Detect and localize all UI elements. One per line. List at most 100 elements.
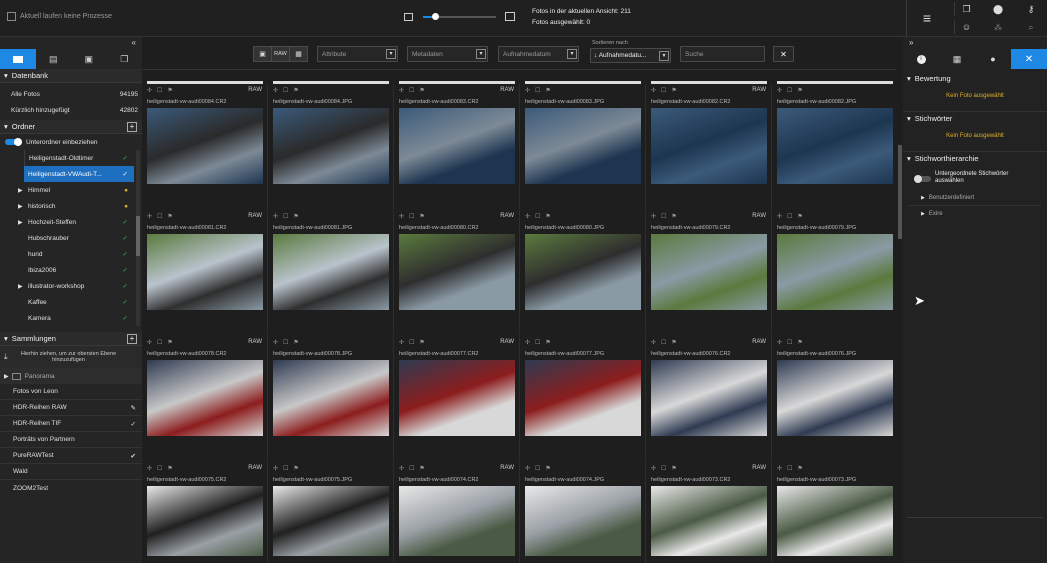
folder-item[interactable]: ▶ Himmel ● — [18, 182, 142, 198]
photo-type-icon[interactable]: ▣ — [254, 47, 271, 61]
photo-thumbnail[interactable] — [399, 234, 515, 310]
all-photos-row[interactable]: Alle Fotos 94195 — [0, 86, 142, 102]
flag-icon[interactable]: ⚑ — [419, 87, 424, 94]
photo-thumbnail[interactable] — [273, 486, 389, 556]
pin-icon[interactable]: ✢ — [651, 465, 656, 472]
square-check-icon[interactable]: ☐ — [409, 465, 414, 472]
collapse-left-icon[interactable]: « — [132, 38, 136, 47]
pin-icon[interactable]: ✢ — [273, 339, 278, 346]
photo-tile[interactable]: ✢ ☐ ⚑ RAW heiligenstadt-vw-audi00075.CR2 — [143, 462, 268, 563]
pin-icon[interactable]: ✢ — [147, 465, 152, 472]
folder-item[interactable]: Kaffee ✓ — [24, 294, 142, 310]
flag-icon[interactable]: ⚑ — [797, 87, 802, 94]
tab-info[interactable]: i — [903, 49, 939, 69]
photo-thumbnail[interactable] — [525, 108, 641, 184]
photo-tile[interactable]: ✢ ☐ ⚑ RAW heiligenstadt-vw-audi00082.CR2 — [647, 84, 772, 209]
square-check-icon[interactable]: ☐ — [157, 339, 162, 346]
photo-thumbnail[interactable] — [273, 360, 389, 436]
photo-tile[interactable]: ✢ ☐ ⚑ RAW heiligenstadt-vw-audi00073.CR2 — [647, 462, 772, 563]
square-check-icon[interactable]: ☐ — [787, 87, 792, 94]
pin-icon[interactable]: ✢ — [399, 465, 404, 472]
square-check-icon[interactable]: ☐ — [661, 87, 666, 94]
photo-tile[interactable]: ✢ ☐ ⚑ heiligenstadt-vw-audi00081.JPG — [269, 210, 394, 335]
expand-icon[interactable]: ▶ — [18, 203, 23, 210]
collection-item[interactable]: HDR-Reihen TIF ✓ — [0, 416, 142, 432]
photo-tile[interactable]: ✢ ☐ ⚑ heiligenstadt-vw-audi00082.JPG — [773, 84, 896, 209]
photo-tile[interactable]: ✢ ☐ ⚑ heiligenstadt-vw-audi00076.JPG — [773, 336, 896, 461]
flag-icon[interactable]: ⚑ — [671, 213, 676, 220]
photo-thumbnail[interactable] — [273, 234, 389, 310]
flag-icon[interactable]: ⚑ — [545, 213, 550, 220]
collection-item[interactable]: Porträts von Partnern — [0, 432, 142, 448]
square-check-icon[interactable]: ☐ — [535, 465, 540, 472]
photo-tile[interactable]: ✢ ☐ ⚑ heiligenstadt-vw-audi00080.JPG — [521, 210, 646, 335]
pin-icon[interactable]: ✢ — [651, 339, 656, 346]
photo-tile[interactable]: ✢ ☐ ⚑ RAW heiligenstadt-vw-audi00081.CR2 — [143, 210, 268, 335]
photo-thumbnail[interactable] — [777, 486, 893, 556]
photo-thumbnail[interactable] — [777, 360, 893, 436]
photo-tile[interactable]: ✢ ☐ ⚑ heiligenstadt-vw-audi00074.JPG — [521, 462, 646, 563]
photo-tile[interactable]: ✢ ☐ ⚑ heiligenstadt-vw-audi00075.JPG — [269, 462, 394, 563]
pin-icon[interactable]: ✢ — [399, 87, 404, 94]
expand-icon[interactable]: ▶ — [18, 219, 23, 226]
zoom-slider[interactable] — [423, 13, 496, 20]
tab-collections[interactable]: ❐ — [107, 49, 143, 69]
flag-icon[interactable]: ⚑ — [167, 465, 172, 472]
edit-list-icon[interactable]: ≡ — [915, 8, 939, 28]
flag-icon[interactable]: ⚑ — [545, 465, 550, 472]
folder-item[interactable]: hund ✓ — [24, 246, 142, 262]
flag-icon[interactable]: ⚑ — [167, 213, 172, 220]
expand-icon[interactable]: ▶ — [921, 211, 925, 217]
expand-right-icon[interactable]: » — [909, 38, 913, 47]
search-input[interactable]: Suche — [680, 46, 765, 62]
photo-thumbnail[interactable] — [525, 486, 641, 556]
expand-icon[interactable]: ▶ — [4, 373, 9, 380]
folder-item[interactable]: Hubschrauber ✓ — [24, 230, 142, 246]
face-icon[interactable]: ☺ — [954, 20, 978, 34]
expand-icon[interactable]: ▶ — [18, 187, 23, 194]
tab-search[interactable]: ▣ — [71, 49, 107, 69]
photo-tile[interactable]: ✢ ☐ ⚑ RAW heiligenstadt-vw-audi00084.CR2 — [143, 84, 268, 209]
keyword-node[interactable]: ▶ Exire — [909, 206, 1041, 222]
flag-icon[interactable]: ⚑ — [419, 339, 424, 346]
section-rating[interactable]: ▾ Bewertung — [903, 71, 1047, 85]
metadata-select[interactable]: Metadaten ▾ — [407, 46, 488, 62]
flag-icon[interactable]: ⚑ — [797, 339, 802, 346]
folder-scrollbar[interactable] — [136, 150, 140, 326]
pin-icon[interactable]: ✢ — [147, 339, 152, 346]
pin-icon[interactable]: ✢ — [399, 213, 404, 220]
folder-item-selected[interactable]: Heiligenstadt-VWAudi-T... ✓ — [24, 166, 134, 182]
section-database[interactable]: ▾ Datenbank — [0, 69, 142, 83]
photo-tile[interactable]: ✢ ☐ ⚑ heiligenstadt-vw-audi00083.JPG — [521, 84, 646, 209]
tab-metadata[interactable]: ▦ — [939, 49, 975, 69]
flag-icon[interactable]: ⚑ — [293, 213, 298, 220]
right-scrollbar-thumb[interactable] — [898, 145, 902, 239]
square-check-icon[interactable]: ☐ — [787, 465, 792, 472]
square-check-icon[interactable]: ☐ — [661, 339, 666, 346]
location-icon[interactable]: ⬤ — [986, 2, 1010, 16]
tab-person[interactable]: ● — [975, 49, 1011, 69]
pin-icon[interactable]: ✢ — [525, 213, 530, 220]
pin-icon[interactable]: ✢ — [273, 213, 278, 220]
pin-icon[interactable]: ✢ — [147, 87, 152, 94]
pin-icon[interactable]: ✢ — [525, 339, 530, 346]
square-check-icon[interactable]: ☐ — [535, 87, 540, 94]
tab-keywords[interactable]: ✕ — [1011, 49, 1047, 69]
flag-icon[interactable]: ⚑ — [167, 87, 172, 94]
expand-icon[interactable]: ▶ — [18, 283, 23, 290]
pin-icon[interactable]: ✢ — [777, 213, 782, 220]
square-check-icon[interactable]: ☐ — [283, 87, 288, 94]
photo-thumbnail[interactable] — [399, 486, 515, 556]
photo-thumbnail[interactable] — [777, 234, 893, 310]
add-folder-button[interactable]: + — [127, 122, 137, 132]
photo-thumbnail[interactable] — [651, 486, 767, 556]
tab-folders[interactable] — [0, 49, 36, 69]
flag-icon[interactable]: ⚑ — [671, 339, 676, 346]
section-keyword-hierarchy[interactable]: ▾ Stichworthierarchie — [903, 151, 1047, 165]
photo-thumbnail[interactable] — [525, 360, 641, 436]
photo-tile[interactable]: ✢ ☐ ⚑ RAW heiligenstadt-vw-audi00076.CR2 — [647, 336, 772, 461]
folder-item[interactable]: Heiligenstadt-Oldtimer ✓ — [24, 150, 142, 166]
sort-select[interactable]: ↓ Aufnahmedatu... ▾ — [590, 48, 671, 63]
people-icon[interactable]: ⁂ — [986, 20, 1010, 34]
thumb-large-icon[interactable] — [505, 12, 515, 21]
